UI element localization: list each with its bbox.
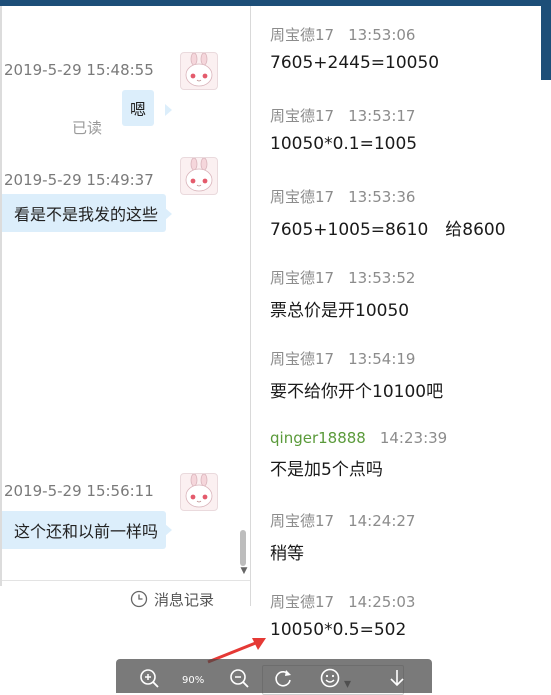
scroll-down-arrow-icon[interactable]: ▼: [238, 566, 250, 576]
sender-name: 周宝德17: [270, 593, 335, 611]
chat-timestamp: 2019-5-29 15:49:37: [4, 171, 154, 189]
message-time: 14:24:27: [348, 512, 416, 530]
message-text: 7605+1005=8610 给8600: [270, 220, 506, 240]
message-time: 14:25:03: [348, 593, 416, 611]
bubble-tail: [165, 104, 172, 116]
scrollbar[interactable]: [238, 6, 250, 580]
chat-timestamp: 2019-5-29 15:48:55: [4, 61, 154, 79]
chat-bubble[interactable]: 看是不是我发的这些: [2, 194, 166, 232]
message-item: qinger18888 14:23:39 不是加5个点吗: [270, 429, 447, 480]
message-item: 周宝德17 13:54:19 要不给你开个10100吧: [270, 348, 443, 402]
message-time: 13:54:19: [348, 350, 416, 368]
message-item: 周宝德17 14:25:03 10050*0.5=502: [270, 591, 415, 640]
bubble-tail: [165, 524, 172, 536]
message-item: 周宝德17 13:53:52 票总价是开10050: [270, 267, 415, 321]
message-header: 周宝德17 14:25:03: [270, 591, 415, 612]
message-header: 周宝德17 13:53:06: [270, 24, 439, 45]
message-time: 13:53:06: [348, 26, 416, 44]
left-chat-pane: 2019-5-29 15:48:55 嗯 已读 2019-5-29 15:49:…: [2, 6, 252, 580]
clock-icon: [130, 590, 148, 608]
message-text: 要不给你开个10100吧: [270, 382, 444, 402]
window-right-strip: [541, 0, 551, 80]
message-header: 周宝德17 13:53:36: [270, 186, 506, 207]
message-time: 13:53:52: [348, 269, 416, 287]
sender-name: 周宝德17: [270, 350, 335, 368]
bunny-avatar-icon: [185, 53, 213, 87]
message-header: 周宝德17 14:24:27: [270, 510, 415, 531]
bunny-avatar-icon: [185, 474, 213, 508]
message-header: 周宝德17 13:54:19: [270, 348, 443, 369]
sender-name: qinger18888: [270, 429, 366, 447]
message-header: 周宝德17 13:53:17: [270, 105, 417, 126]
avatar[interactable]: [180, 157, 218, 195]
message-text: 票总价是开10050: [270, 301, 410, 321]
scrollbar-thumb[interactable]: [240, 530, 246, 566]
message-time: 13:53:36: [348, 188, 416, 206]
zoom-level: 90%: [182, 675, 205, 686]
chat-timestamp: 2019-5-29 15:56:11: [4, 482, 154, 500]
message-text: 7605+2445=10050: [270, 53, 440, 73]
sender-name: 周宝德17: [270, 269, 335, 287]
sender-name: 周宝德17: [270, 26, 335, 44]
download-icon[interactable]: [386, 667, 408, 689]
message-time: 14:23:39: [379, 429, 448, 447]
message-item: 周宝德17 13:53:17 10050*0.1=1005: [270, 105, 417, 154]
message-text: 10050*0.5=502: [270, 620, 407, 640]
sender-name: 周宝德17: [270, 512, 335, 530]
sender-name: 周宝德17: [270, 188, 335, 206]
message-history-button[interactable]: 消息记录: [130, 588, 214, 610]
bubble-tail: [165, 208, 172, 220]
chat-bubble[interactable]: 这个还和以前一样吗: [2, 511, 166, 549]
zoom-out-icon[interactable]: [228, 667, 250, 689]
pane-bottom-separator: [2, 580, 250, 581]
message-item: 周宝德17 13:53:06 7605+2445=10050: [270, 24, 439, 73]
read-status: 已读: [72, 119, 103, 137]
message-header: qinger18888 14:23:39: [270, 429, 447, 447]
message-item: 周宝德17 14:24:27 稍等: [270, 510, 415, 564]
avatar[interactable]: [180, 473, 218, 511]
message-time: 13:53:17: [348, 107, 416, 125]
emoji-icon[interactable]: [319, 667, 341, 689]
message-text: 10050*0.1=1005: [270, 134, 418, 154]
avatar[interactable]: [180, 52, 218, 90]
message-text: 稍等: [270, 544, 304, 564]
message-item: 周宝德17 13:53:36 7605+1005=8610 给8600: [270, 186, 506, 240]
bunny-avatar-icon: [185, 158, 213, 192]
rotate-icon[interactable]: [272, 667, 294, 689]
chat-bubble[interactable]: 嗯: [122, 90, 155, 126]
sender-name: 周宝德17: [270, 107, 335, 125]
message-text: 不是加5个点吗: [270, 460, 383, 480]
message-history-label: 消息记录: [154, 590, 215, 609]
image-viewer-toolbar: 90%: [116, 659, 432, 693]
message-header: 周宝德17 13:53:52: [270, 267, 415, 288]
zoom-in-icon[interactable]: [138, 667, 160, 689]
pane-divider: [250, 6, 251, 606]
